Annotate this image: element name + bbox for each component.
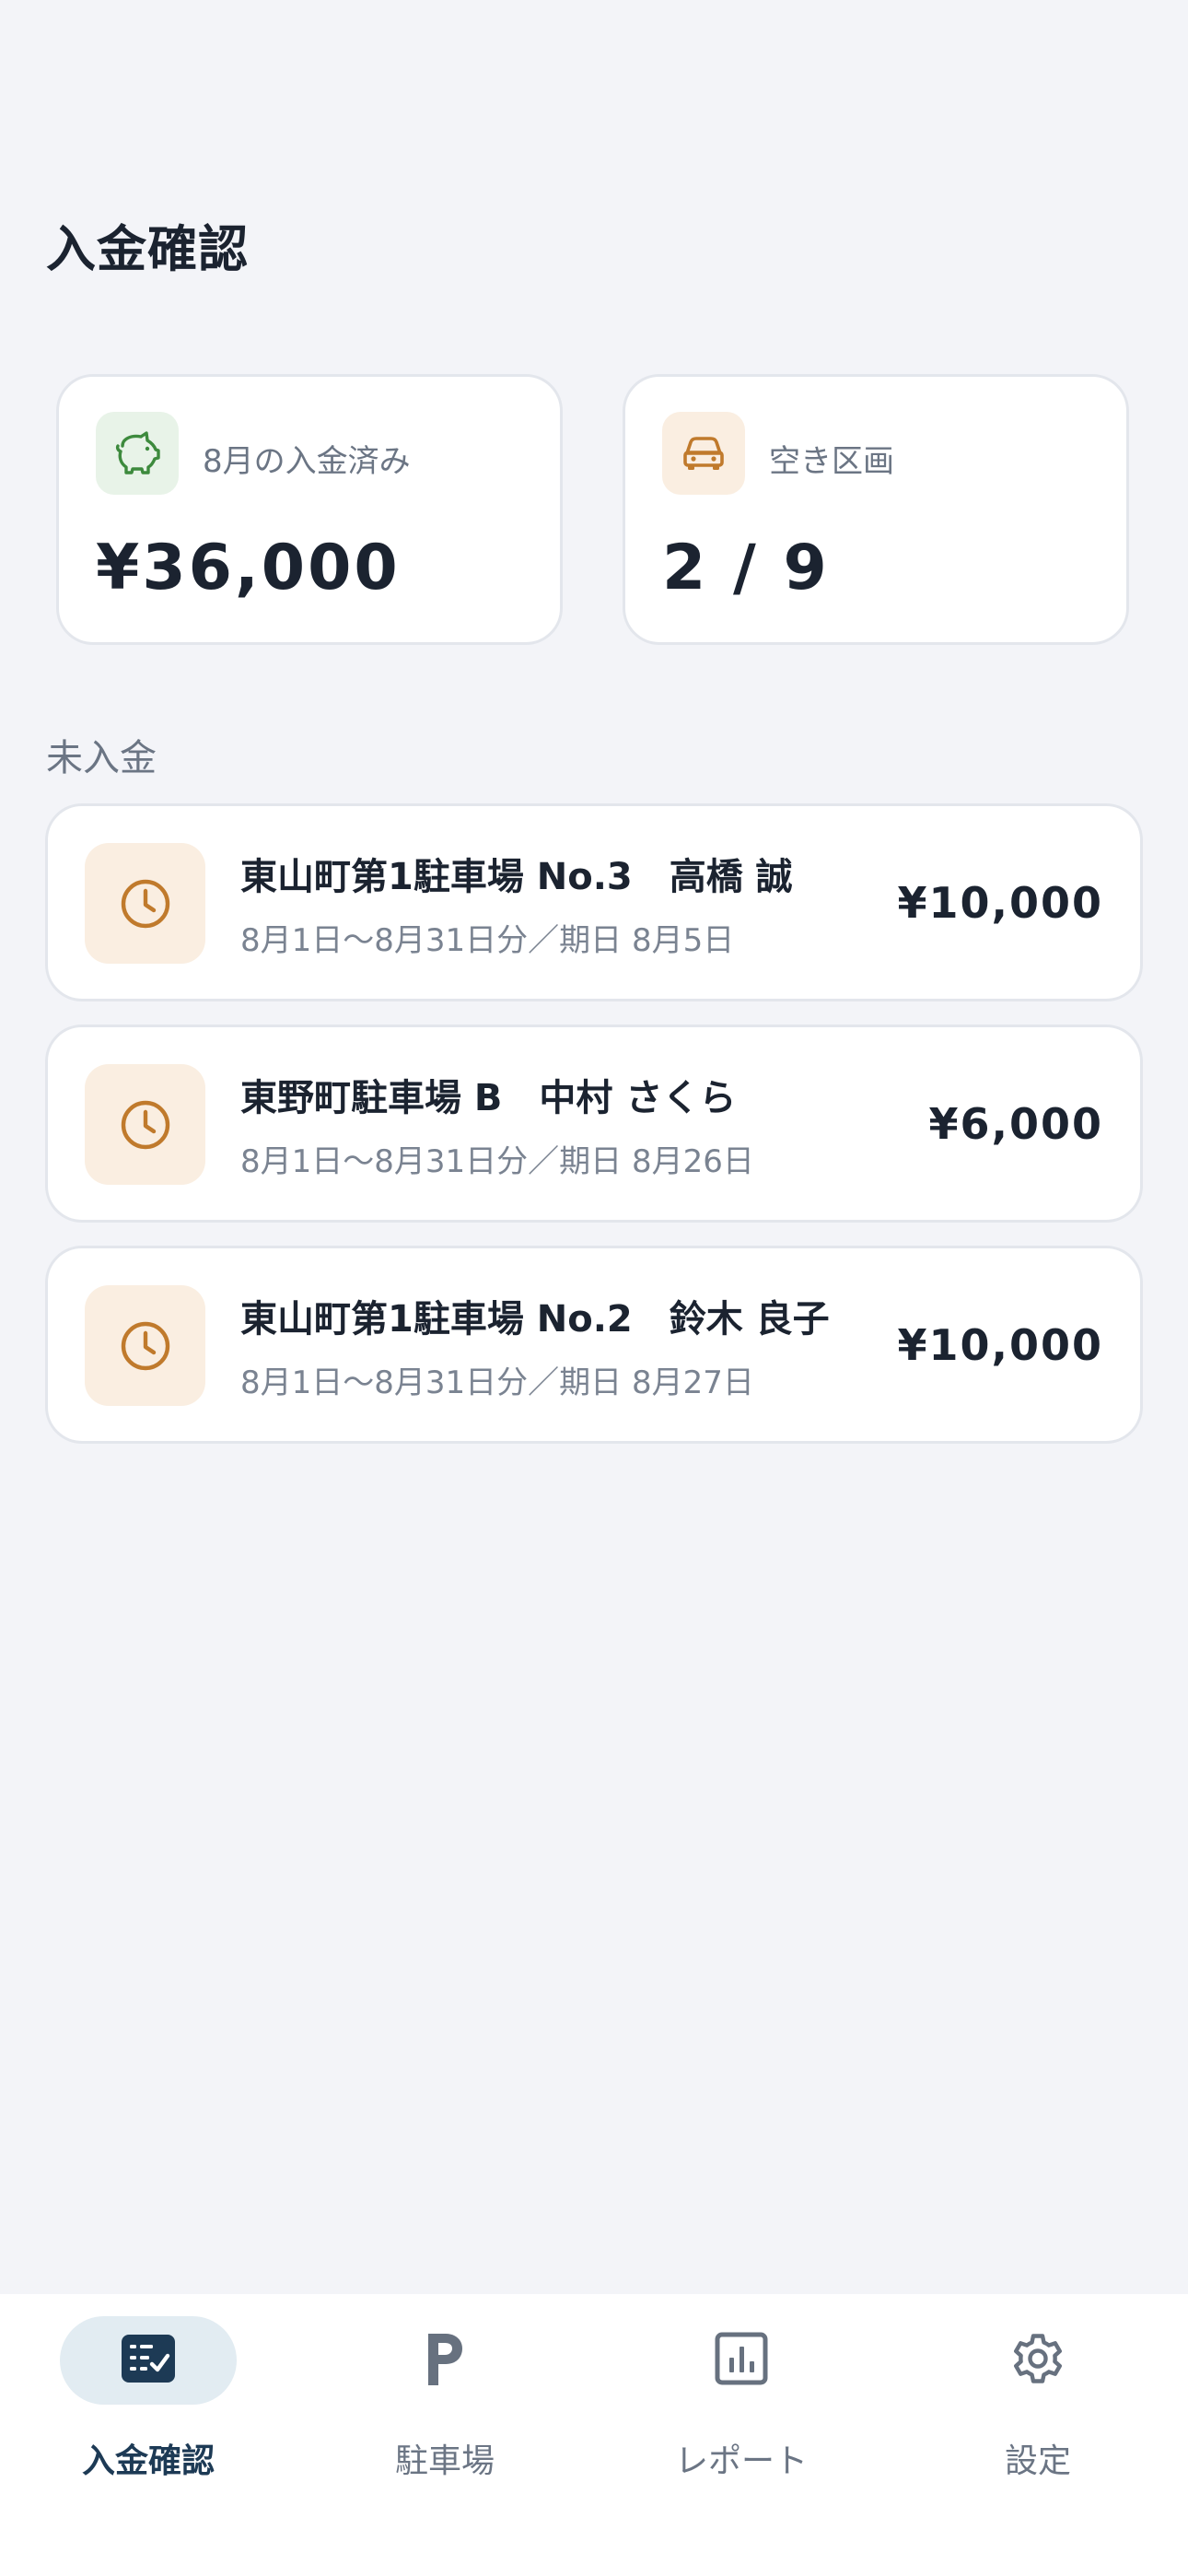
clock-icon [85,843,205,964]
unpaid-item-title: 東山町第1駐車場 No.3 高橋 誠 [240,856,793,898]
checklist-icon [120,2333,177,2388]
unpaid-item-period: 8月1日〜8月31日分／期日 8月26日 [240,1143,754,1180]
unpaid-item-title: 東野町駐車場 B 中村 さくら [240,1077,737,1119]
tab-payment-check[interactable]: 入金確認 [0,2294,297,2576]
bar-chart-icon [715,2332,768,2389]
vacant-summary-card[interactable]: 空き区画 2 / 9 [623,374,1129,645]
unpaid-item-period: 8月1日〜8月31日分／期日 8月27日 [240,1364,754,1401]
unpaid-item[interactable]: 東山町第1駐車場 No.2 鈴木 良子 8月1日〜8月31日分／期日 8月27日… [45,1246,1143,1444]
tab-label: 入金確認 [81,2442,215,2480]
gear-icon [1009,2330,1066,2391]
parking-icon [424,2330,466,2391]
paid-summary-value: ¥36,000 [96,532,401,604]
unpaid-item-amount: ¥10,000 [897,1320,1103,1370]
paid-summary-label: 8月の入金済み [203,443,411,480]
unpaid-item[interactable]: 東山町第1駐車場 No.3 高橋 誠 8月1日〜8月31日分／期日 8月5日 ¥… [45,803,1143,1001]
tab-label: 設定 [1004,2442,1071,2480]
unpaid-item-period: 8月1日〜8月31日分／期日 8月5日 [240,922,735,959]
unpaid-item-title: 東山町第1駐車場 No.2 鈴木 良子 [240,1298,830,1341]
tab-label: 駐車場 [394,2442,495,2480]
clock-icon [85,1285,205,1406]
tab-label: レポート [674,2442,808,2480]
tab-report[interactable]: レポート [593,2294,890,2576]
piggy-bank-icon [96,412,179,495]
tab-active-indicator [60,2316,237,2405]
vacant-summary-label: 空き区画 [769,443,894,480]
tab-parking[interactable]: 駐車場 [297,2294,593,2576]
page-title: 入金確認 [46,220,249,278]
vacant-summary-value: 2 / 9 [662,532,830,604]
unpaid-item-amount: ¥10,000 [897,878,1103,928]
tab-settings[interactable]: 設定 [890,2294,1186,2576]
bottom-tab-bar: 入金確認 駐車場 レポート 設定 [0,2294,1188,2576]
unpaid-section-label: 未入金 [46,737,157,779]
paid-summary-card[interactable]: 8月の入金済み ¥36,000 [56,374,563,645]
clock-icon [85,1064,205,1185]
car-icon [662,412,745,495]
unpaid-item[interactable]: 東野町駐車場 B 中村 さくら 8月1日〜8月31日分／期日 8月26日 ¥6,… [45,1025,1143,1223]
unpaid-item-amount: ¥6,000 [928,1099,1103,1149]
